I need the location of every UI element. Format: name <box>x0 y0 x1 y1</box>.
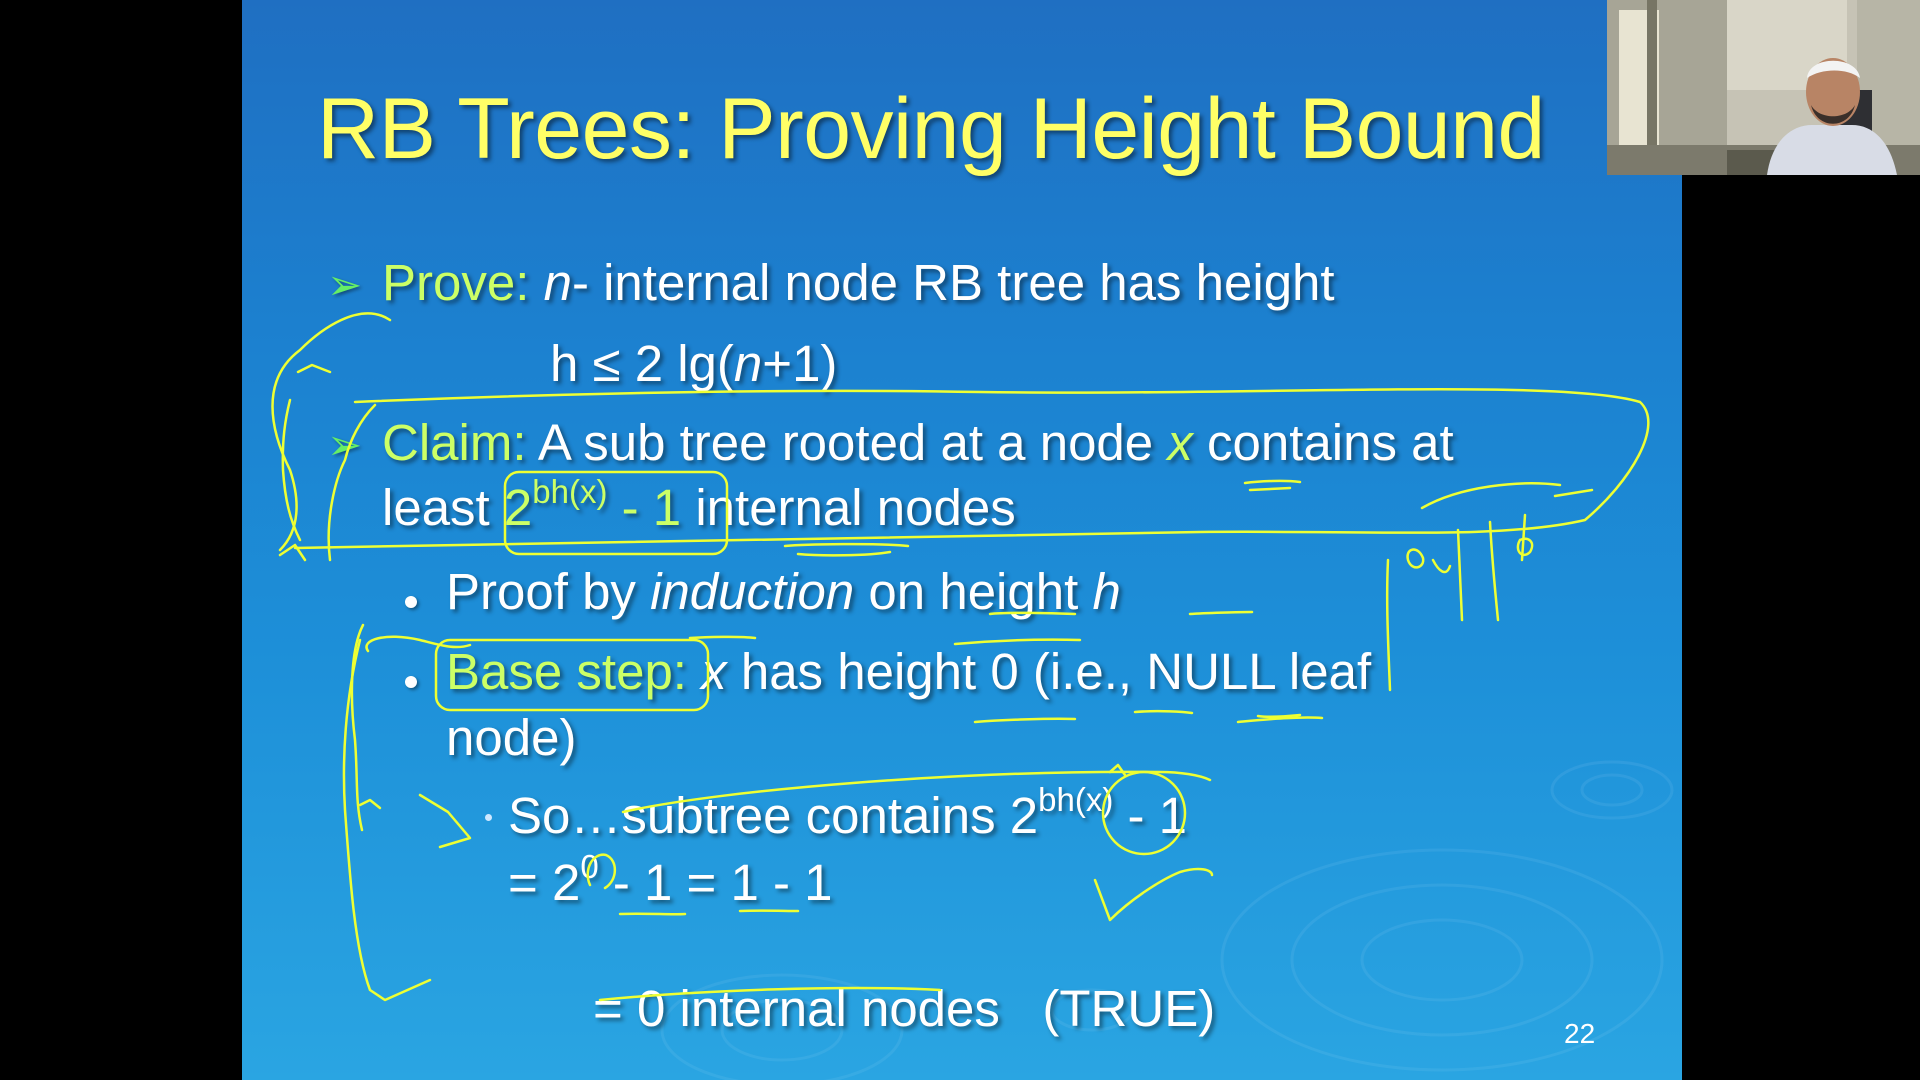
eq1-pre: = 2 <box>508 854 581 911</box>
bound-n: n <box>733 335 763 392</box>
base-label: Base step: <box>446 643 687 700</box>
claim-text2: contains at <box>1192 414 1454 471</box>
slide-title: RB Trees: Proving Height Bound <box>317 81 1545 177</box>
screen-share-view: RB Trees: Proving Height Bound ➢ Prove: … <box>0 0 1920 1080</box>
claim-line-2: least 2bh(x) - 1 internal nodes <box>382 475 1016 537</box>
claim-line: Claim: A sub tree rooted at a node x con… <box>382 413 1454 472</box>
claim-x: x <box>1167 414 1193 471</box>
sub-bullet-icon <box>485 814 492 821</box>
page-number: 22 <box>1564 1018 1596 1049</box>
base-text2: node) <box>446 709 577 766</box>
prove-line: Prove: n- internal node RB tree has heig… <box>382 253 1335 312</box>
so-text: So…subtree contains 2 <box>508 787 1039 844</box>
prove-n: n <box>543 254 572 311</box>
bound-end: +1) <box>762 335 838 392</box>
claim-minus: - 1 <box>607 479 696 536</box>
proof-line: Proof by induction on height h <box>446 562 1121 621</box>
claim-sup: bh(x) <box>532 473 608 510</box>
bound-h: h ≤ 2 lg( <box>550 335 734 392</box>
so-sup: bh(x) <box>1038 781 1114 818</box>
eq2-line: = 0 internal nodes (TRUE) <box>508 920 1215 1080</box>
dot-bullet-icon <box>405 596 417 608</box>
presenter-video-frame <box>1607 0 1920 175</box>
arrow-bullet-icon: ➢ <box>327 261 363 308</box>
eq2: = 0 internal nodes (TRUE) <box>593 980 1216 1037</box>
arrow-bullet-icon: ➢ <box>327 421 363 468</box>
so-line: So…subtree contains 2bh(x) - 1 <box>508 783 1188 845</box>
base-x: x <box>686 643 727 700</box>
eq1-post: - 1 = 1 - 1 <box>598 854 833 911</box>
proof-post: on height <box>854 563 1093 620</box>
presenter-webcam <box>1607 0 1920 175</box>
presentation-slide: RB Trees: Proving Height Bound ➢ Prove: … <box>242 0 1682 1080</box>
claim-least: least <box>382 479 504 536</box>
base-step-line-2: node) <box>446 708 576 767</box>
base-text: has height 0 (i.e., NULL leaf <box>726 643 1372 700</box>
height-bound-formula: h ≤ 2 lg(n+1) <box>550 334 837 393</box>
eq1-line: = 20 - 1 = 1 - 1 <box>508 850 833 912</box>
so-end: - 1 <box>1113 787 1188 844</box>
claim-label: Claim: <box>382 414 527 471</box>
proof-h: h <box>1092 563 1121 620</box>
base-step-line: Base step: x has height 0 (i.e., NULL le… <box>446 642 1371 701</box>
prove-label: Prove: <box>382 254 530 311</box>
dot-bullet-icon <box>405 676 417 688</box>
claim-text1: A sub tree rooted at a node <box>526 414 1168 471</box>
prove-text: - internal node RB tree has height <box>571 254 1335 311</box>
claim-2: 2 <box>503 479 533 536</box>
proof-pre: Proof by <box>446 563 651 620</box>
claim-end: internal nodes <box>695 479 1016 536</box>
eq1-sup: 0 <box>580 848 599 885</box>
proof-ital: induction <box>650 563 855 620</box>
